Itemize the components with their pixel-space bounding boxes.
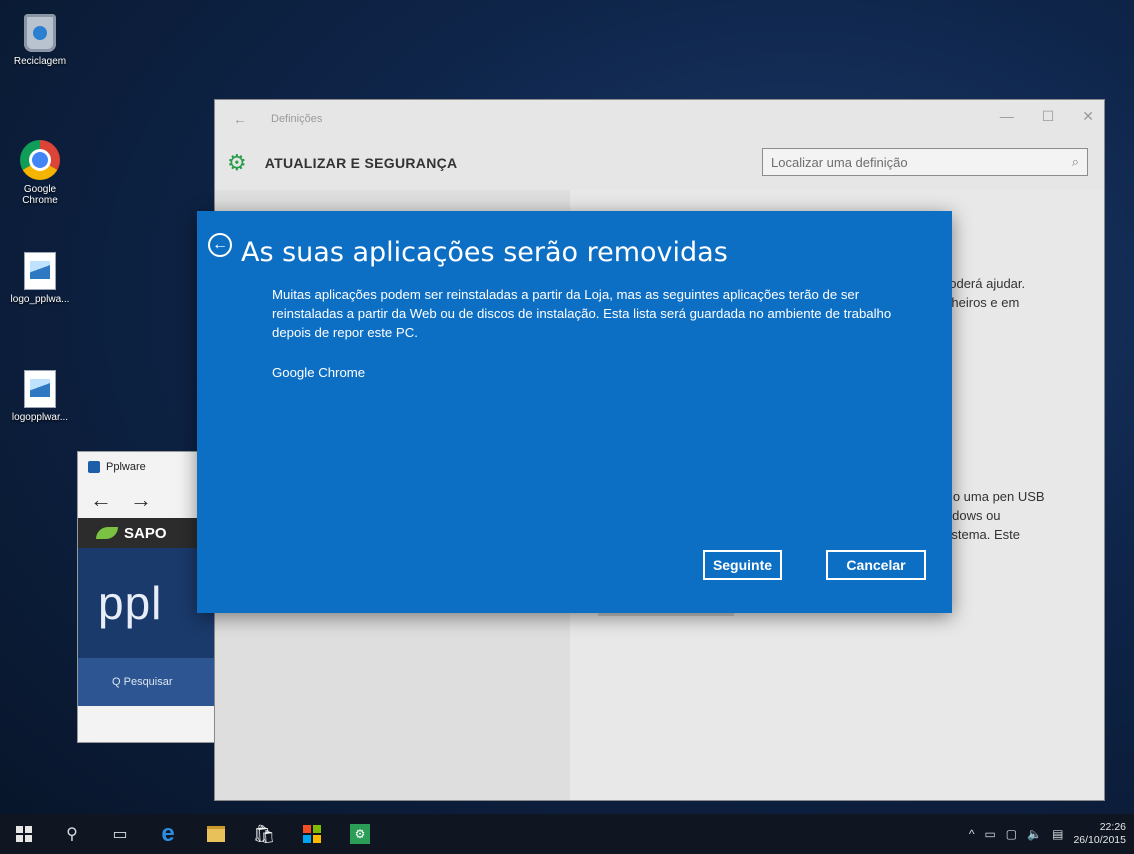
search-icon: ⌕: [1071, 154, 1079, 169]
settings-icon: ⚙: [350, 824, 370, 844]
notifications-icon[interactable]: ▤: [1052, 827, 1063, 841]
window-controls: — ☐ ✕: [1000, 108, 1094, 125]
settings-taskbar-button[interactable]: ⚙: [336, 814, 384, 854]
volume-icon[interactable]: 🔈: [1027, 827, 1042, 841]
task-view-icon: ▭: [112, 826, 128, 843]
battery-icon[interactable]: ▭: [984, 827, 995, 841]
search-placeholder: Localizar uma definição: [771, 154, 908, 170]
file-explorer-button[interactable]: [192, 814, 240, 854]
edge-button[interactable]: e: [144, 814, 192, 854]
task-view-button[interactable]: ▭: [96, 814, 144, 854]
close-icon[interactable]: ✕: [1082, 108, 1094, 125]
start-button[interactable]: [0, 814, 48, 854]
maximize-icon[interactable]: ☐: [1042, 108, 1055, 125]
desktop: Reciclagem Google Chrome logo_pplwa... l…: [0, 0, 1134, 854]
store-bag-button[interactable]: 🛍: [240, 814, 288, 854]
image-file-icon: [24, 370, 56, 408]
desktop-icon-label: Google Chrome: [22, 184, 58, 206]
desktop-icon-logo-pplware-2[interactable]: logopplwar...: [0, 370, 80, 423]
desktop-icon-recycle-bin[interactable]: Reciclagem: [0, 14, 80, 67]
list-item: Google Chrome: [272, 365, 366, 380]
dialog-back-icon[interactable]: ←: [208, 233, 232, 257]
settings-search-input[interactable]: Localizar uma definição ⌕: [762, 148, 1088, 176]
next-button[interactable]: Seguinte: [703, 550, 782, 580]
pplware-title: Pplware: [106, 461, 146, 473]
clock-date: 26/10/2015: [1073, 834, 1126, 846]
network-icon[interactable]: ▢: [1006, 827, 1017, 841]
content-fragment: mo uma pen USB: [942, 489, 1045, 504]
settings-titlebar[interactable]: ← Definições — ☐ ✕: [215, 100, 1104, 138]
desktop-icon-label: logopplwar...: [11, 412, 69, 423]
content-fragment: poderá ajudar.: [942, 276, 1026, 291]
desktop-icon-logo-pplware-1[interactable]: logo_pplwa...: [0, 252, 80, 305]
back-arrow-icon[interactable]: ←: [90, 487, 112, 513]
app-list: Google Chrome: [272, 365, 365, 380]
settings-back-icon[interactable]: ←: [233, 111, 247, 127]
windows-logo-icon: [16, 826, 32, 842]
content-fragment: sistema. Este: [942, 527, 1021, 542]
store-button[interactable]: [288, 814, 336, 854]
store-icon: [303, 825, 321, 843]
sapo-logo-icon: [96, 527, 118, 539]
settings-app-title: Definições: [271, 113, 323, 125]
reset-pc-dialog: ← As suas aplicações serão removidas Mui…: [197, 211, 952, 613]
search-icon: ⚲: [66, 826, 78, 843]
forward-arrow-icon[interactable]: →: [130, 487, 152, 513]
minimize-icon[interactable]: —: [1000, 108, 1014, 125]
settings-header: ⚙ ATUALIZAR E SEGURANÇA Localizar uma de…: [215, 138, 1104, 188]
chevron-up-icon[interactable]: ^: [969, 827, 975, 841]
desktop-icon-label: logo_pplwa...: [10, 294, 70, 305]
desktop-icon-label: Reciclagem: [13, 56, 67, 67]
desktop-icon-google-chrome[interactable]: Google Chrome: [0, 140, 80, 206]
search-button[interactable]: ⚲: [48, 814, 96, 854]
sapo-label: SAPO: [124, 524, 167, 542]
system-tray: ^ ▭ ▢ 🔈 ▤ 22:26 26/10/2015: [969, 814, 1126, 854]
gear-icon: ⚙: [227, 150, 247, 175]
dialog-description: Muitas aplicações podem ser reinstaladas…: [272, 287, 892, 340]
page-title: ATUALIZAR E SEGURANÇA: [264, 155, 458, 171]
chrome-icon: [20, 140, 60, 180]
image-file-icon: [24, 252, 56, 290]
edge-icon: e: [161, 820, 175, 847]
shopping-bag-icon: 🛍: [252, 823, 276, 844]
recycle-bin-icon: [24, 14, 56, 52]
clock[interactable]: 22:26 26/10/2015: [1073, 821, 1126, 847]
pplware-app-icon: [88, 461, 100, 473]
dialog-title: As suas aplicações serão removidas: [241, 237, 728, 268]
clock-time: 22:26: [1099, 821, 1126, 833]
taskbar: ⚲ ▭ e 🛍 ⚙ ^ ▭ ▢ 🔈 ▤ 22:26 26/10/2015: [0, 814, 1134, 854]
folder-icon: [207, 826, 225, 842]
cancel-button[interactable]: Cancelar: [826, 550, 926, 580]
content-fragment: icheiros e em: [942, 295, 1020, 310]
pplware-search[interactable]: Q Pesquisar: [78, 658, 228, 706]
